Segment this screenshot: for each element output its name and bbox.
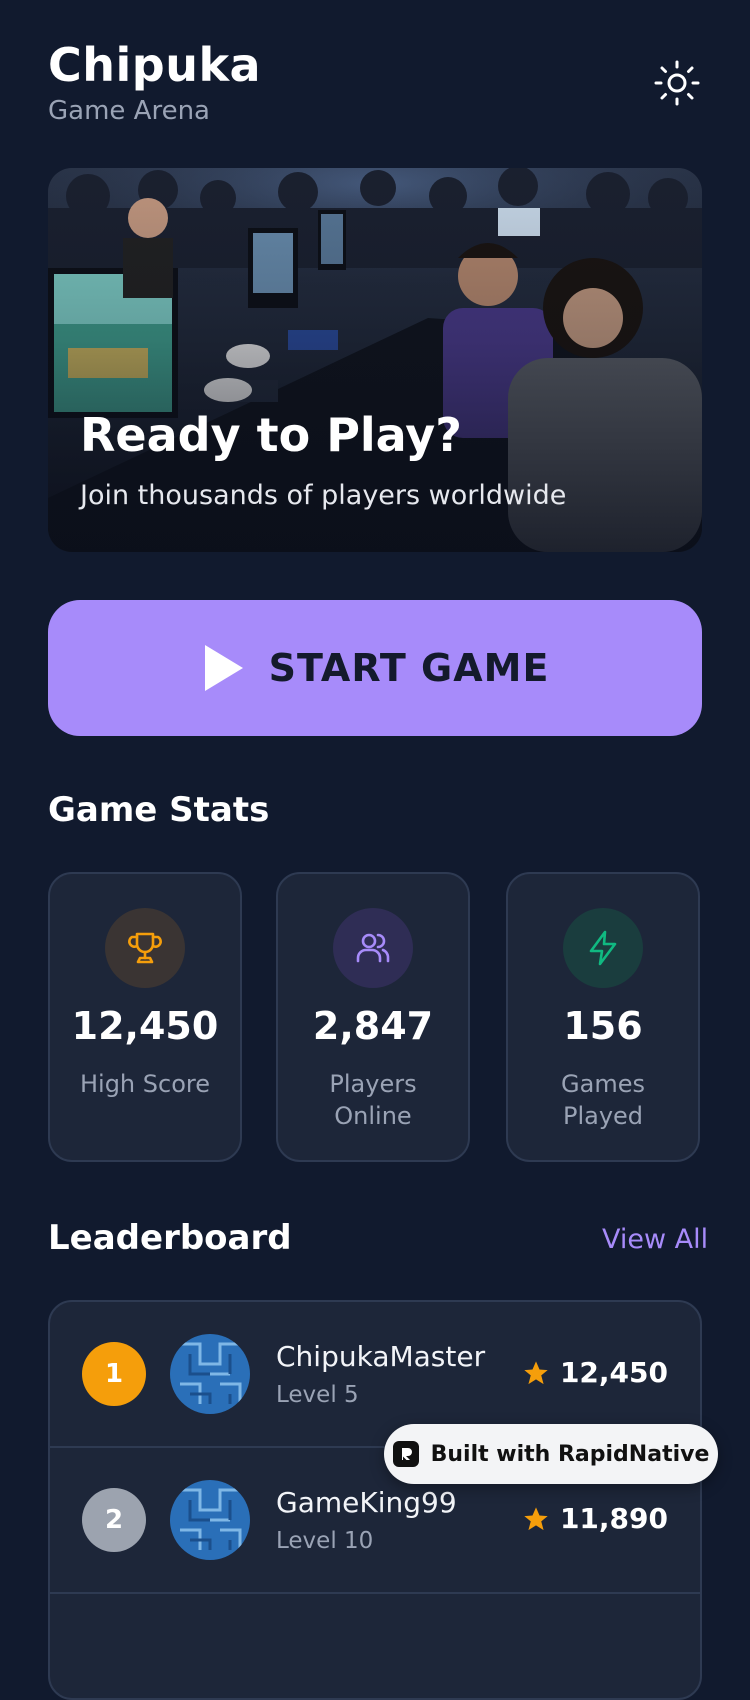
avatar — [170, 1334, 250, 1414]
stat-label: High Score — [79, 1070, 210, 1098]
player-level: Level 10 — [276, 1528, 374, 1554]
rank-badge: 1 — [82, 1342, 146, 1406]
stat-card-players-online: 2,847 Players Online — [276, 872, 470, 1162]
start-game-label: START GAME — [268, 646, 550, 690]
hero-subtitle: Join thousands of players worldwide — [80, 480, 567, 511]
star-icon — [524, 1360, 548, 1384]
player-score: 12,450 — [522, 1356, 668, 1389]
header: Chipuka Game Arena — [48, 38, 261, 126]
start-game-button[interactable]: START GAME — [48, 600, 702, 736]
play-icon — [204, 645, 243, 691]
leaderboard-list: 1 ChipukaMaster Level 5 12,450 2 GameKin… — [48, 1300, 702, 1700]
rank-badge: 2 — [82, 1488, 146, 1552]
hero-banner: Ready to Play? Join thousands of players… — [48, 168, 702, 552]
game-stats-title: Game Stats — [48, 790, 270, 830]
stat-label: Games Played — [561, 1070, 645, 1130]
stat-value: 2,847 — [312, 1004, 434, 1048]
view-all-link[interactable]: View All — [602, 1224, 708, 1255]
badge-label: Built with RapidNative — [430, 1441, 710, 1467]
stat-value: 156 — [563, 1004, 643, 1048]
built-with-badge[interactable]: Built with RapidNative — [384, 1424, 718, 1484]
player-level: Level 5 — [276, 1382, 359, 1408]
theme-toggle-button[interactable] — [652, 58, 702, 108]
app-title: Chipuka — [48, 38, 262, 92]
hero-title: Ready to Play? — [80, 408, 462, 462]
stat-value: 12,450 — [71, 1004, 219, 1048]
sun-icon — [654, 60, 700, 106]
app-subtitle: Game Arena — [48, 96, 210, 126]
stat-card-high-score: 12,450 High Score — [48, 872, 242, 1162]
leaderboard-title: Leaderboard — [48, 1218, 292, 1258]
player-score: 11,890 — [522, 1502, 668, 1535]
player-name: GameKing99 — [276, 1486, 457, 1519]
rapidnative-logo-icon — [392, 1441, 419, 1467]
avatar — [170, 1480, 250, 1560]
star-icon — [524, 1506, 548, 1530]
users-icon — [333, 908, 413, 988]
trophy-icon — [105, 908, 185, 988]
score-value: 12,450 — [559, 1356, 668, 1389]
stat-card-games-played: 156 Games Played — [506, 872, 700, 1162]
score-value: 11,890 — [559, 1502, 668, 1535]
player-name: ChipukaMaster — [276, 1340, 486, 1373]
stat-label: Players Online — [329, 1070, 417, 1130]
lightning-icon — [563, 908, 643, 988]
